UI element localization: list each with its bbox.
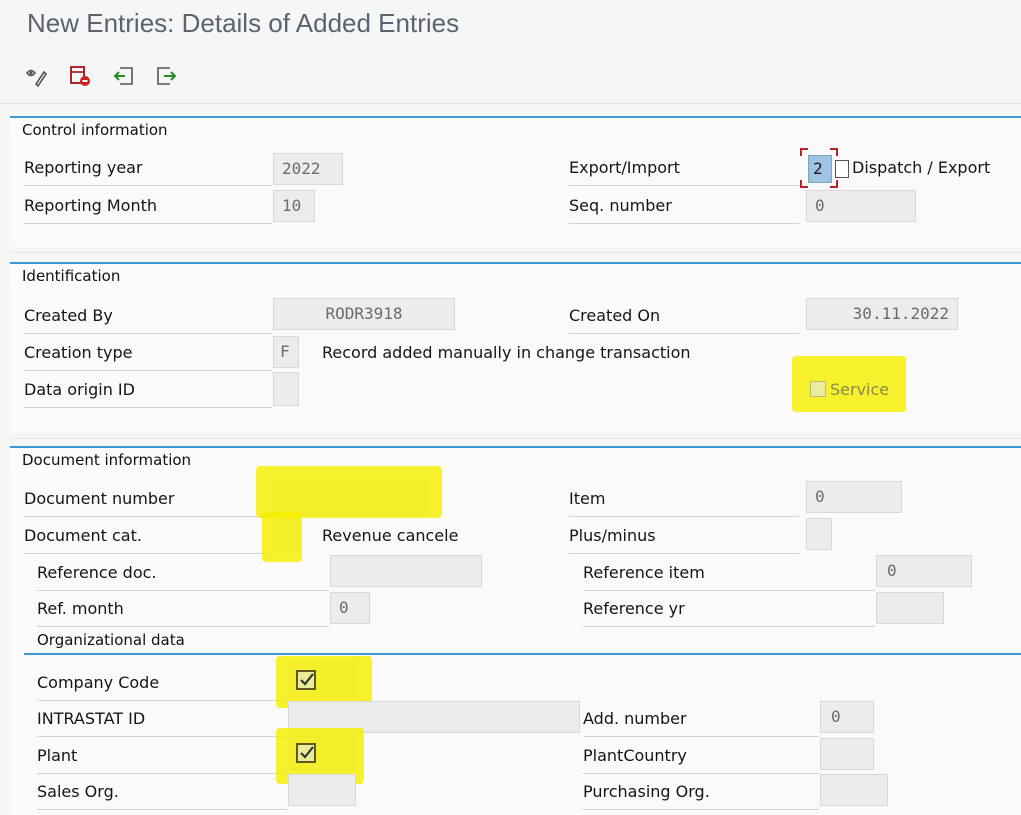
ref-month-label: Ref. month: [37, 599, 329, 627]
company-code-label: Company Code: [37, 673, 287, 701]
section-identification-header: Identification: [10, 262, 1021, 288]
seq-number-field[interactable]: 0: [806, 190, 916, 222]
document-number-label: Document number: [24, 489, 272, 517]
intrastat-id-field[interactable]: [288, 701, 580, 733]
seq-number-label: Seq. number: [569, 196, 799, 224]
ref-month-field[interactable]: 0: [330, 592, 370, 624]
plant-checkbox[interactable]: [296, 743, 316, 763]
document-cat-label: Document cat.: [24, 526, 272, 554]
page-title: New Entries: Details of Added Entries: [27, 8, 460, 38]
creation-type-label: Creation type: [24, 343, 272, 371]
plant-country-field[interactable]: [820, 738, 874, 770]
section-document-header: Document information: [10, 446, 1021, 472]
purchasing-org-field[interactable]: [820, 774, 888, 806]
reference-item-field[interactable]: 0: [876, 555, 972, 587]
reporting-year-label: Reporting year: [24, 158, 272, 186]
section-document-title: Document information: [22, 451, 192, 469]
intrastat-id-label: INTRASTAT ID: [37, 709, 287, 737]
export-import-text: Dispatch / Export: [852, 158, 991, 177]
service-checkbox[interactable]: [810, 381, 826, 397]
document-cat-text: Revenue cancele: [322, 526, 459, 545]
document-number-field[interactable]: [273, 481, 428, 515]
creation-type-text: Record added manually in change transact…: [322, 343, 691, 362]
section-control-header: Control information: [10, 116, 1021, 142]
plant-country-label: PlantCountry: [583, 746, 819, 774]
section-divider: [10, 438, 1021, 439]
data-origin-field[interactable]: [273, 372, 299, 406]
reference-yr-label: Reference yr: [583, 599, 875, 627]
export-import-label: Export/Import: [569, 158, 799, 186]
reference-doc-label: Reference doc.: [37, 563, 329, 591]
reporting-month-field[interactable]: 10: [273, 190, 315, 222]
data-origin-label: Data origin ID: [24, 380, 272, 408]
delete-icon[interactable]: [66, 62, 94, 90]
plus-minus-label: Plus/minus: [569, 526, 799, 554]
plus-minus-field[interactable]: [806, 518, 832, 550]
reporting-year-field[interactable]: 2022: [273, 153, 343, 185]
section-divider: [10, 252, 1021, 253]
export-import-field[interactable]: 2: [808, 155, 832, 183]
value-help-icon[interactable]: [835, 160, 849, 178]
back-icon[interactable]: [110, 62, 138, 90]
service-label: Service: [830, 380, 890, 399]
item-field[interactable]: 0: [806, 481, 902, 513]
sales-org-field[interactable]: [288, 774, 356, 806]
creation-type-field[interactable]: F: [273, 336, 299, 368]
item-label: Item: [569, 489, 799, 517]
created-on-label: Created On: [569, 306, 799, 334]
toolbar: [0, 52, 1021, 104]
section-control-title: Control information: [22, 121, 168, 139]
section-org-title: Organizational data: [37, 631, 185, 649]
add-number-field[interactable]: 0: [820, 701, 874, 733]
document-cat-field[interactable]: [273, 518, 299, 552]
plant-label: Plant: [37, 746, 287, 774]
reporting-month-label: Reporting Month: [24, 196, 272, 224]
sales-org-label: Sales Org.: [37, 782, 287, 810]
section-org-header: Organizational data: [24, 627, 1021, 655]
purchasing-org-label: Purchasing Org.: [583, 782, 819, 810]
display-change-icon[interactable]: [22, 62, 50, 90]
reference-yr-field[interactable]: [876, 592, 944, 624]
next-icon[interactable]: [152, 62, 180, 90]
add-number-label: Add. number: [583, 709, 819, 737]
created-by-field[interactable]: RODR3918: [273, 298, 455, 330]
created-on-field[interactable]: 30.11.2022: [806, 298, 958, 330]
company-code-checkbox[interactable]: [296, 670, 316, 690]
reference-doc-field[interactable]: [330, 555, 482, 587]
section-identification-title: Identification: [22, 267, 121, 285]
created-by-label: Created By: [24, 306, 272, 334]
reference-item-label: Reference item: [583, 563, 875, 591]
